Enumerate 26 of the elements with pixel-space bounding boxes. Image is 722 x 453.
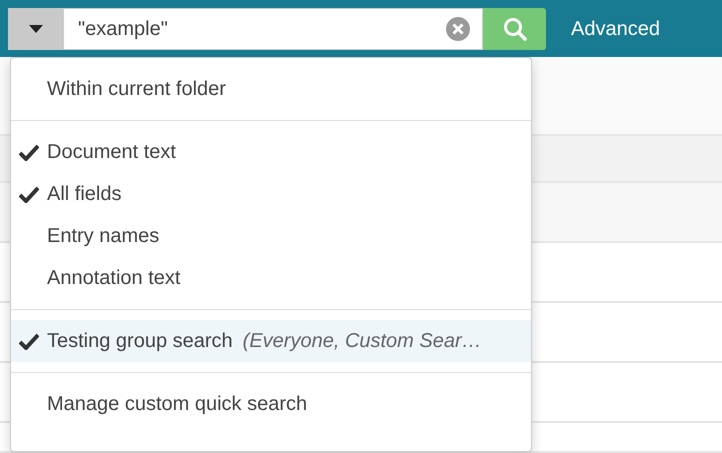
search-button[interactable]	[483, 8, 546, 50]
checkmark-icon	[19, 186, 39, 202]
checkmark-icon	[19, 144, 39, 160]
search-field[interactable]: "example"	[63, 8, 483, 50]
menu-item-label: All fields	[47, 182, 122, 207]
dropdown-button[interactable]	[8, 8, 63, 50]
menu-item-label: Manage custom quick search	[47, 392, 308, 417]
menu-item[interactable]: Document text	[11, 131, 531, 173]
menu-item-detail: (Everyone, Custom Sear…	[242, 329, 482, 354]
menu-item-label: Document text	[47, 140, 176, 165]
menu-item[interactable]: Manage custom quick search	[11, 383, 531, 425]
menu-item[interactable]: All fields	[11, 173, 531, 215]
menu-item-label: Annotation text	[47, 266, 180, 291]
menu-item[interactable]: Annotation text	[11, 257, 531, 299]
caret-icon	[28, 24, 42, 32]
search-icon	[502, 16, 526, 40]
menu-item[interactable]: Entry names	[11, 215, 531, 257]
menu-item[interactable]: Testing group search (Everyone, Custom Sear…	[11, 320, 531, 362]
search-input[interactable]: "example"	[78, 14, 446, 44]
menu-item[interactable]: Within current folder	[11, 68, 531, 110]
menu-item-label: Entry names	[47, 224, 160, 249]
menu-item-label: Within current folder	[47, 77, 226, 102]
clear-icon[interactable]	[446, 16, 470, 40]
menu-item-label: Testing group search	[47, 329, 233, 354]
advanced-link[interactable]: Advanced	[571, 14, 660, 44]
checkmark-icon	[19, 332, 39, 350]
